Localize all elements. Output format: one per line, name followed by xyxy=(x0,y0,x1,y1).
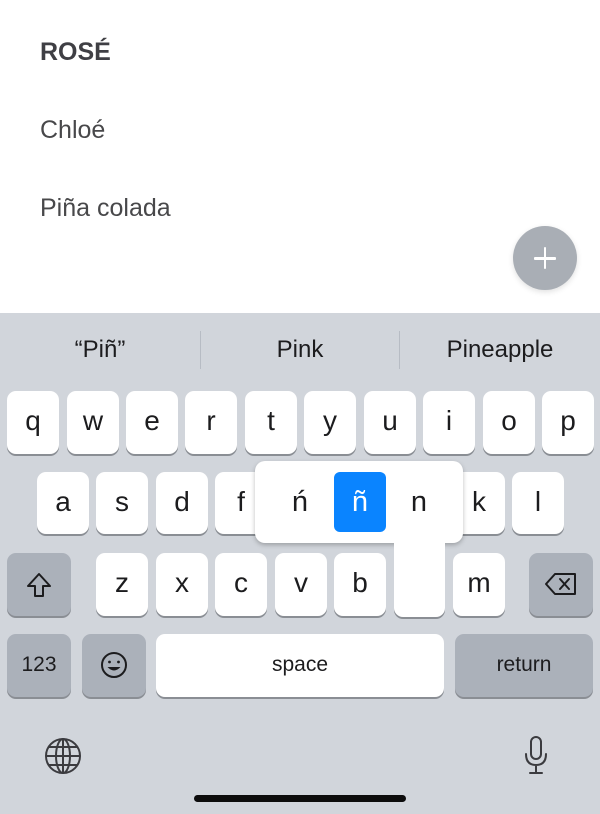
microphone-icon[interactable] xyxy=(520,734,552,776)
delete-key[interactable] xyxy=(529,553,593,616)
key-q[interactable]: q xyxy=(7,391,59,454)
shift-key[interactable] xyxy=(7,553,71,616)
key-d[interactable]: d xyxy=(156,472,208,534)
key-e[interactable]: e xyxy=(126,391,178,454)
emoji-key[interactable] xyxy=(82,634,146,697)
shift-icon xyxy=(27,573,51,597)
key-a[interactable]: a xyxy=(37,472,89,534)
add-button[interactable] xyxy=(513,226,577,290)
key-o[interactable]: o xyxy=(483,391,535,454)
suggestion-pineapple[interactable]: Pineapple xyxy=(400,333,600,367)
key-p[interactable]: p xyxy=(542,391,594,454)
home-indicator xyxy=(194,795,406,802)
backspace-icon xyxy=(545,573,576,595)
key-w[interactable]: w xyxy=(67,391,119,454)
space-key[interactable]: space xyxy=(156,634,444,697)
key-t[interactable]: t xyxy=(245,391,297,454)
key-y[interactable]: y xyxy=(304,391,356,454)
key-l[interactable]: l xyxy=(512,472,564,534)
suggestion-literal[interactable]: “Piñ” xyxy=(0,333,200,367)
emoji-icon xyxy=(101,652,127,678)
accent-option-n-tilde[interactable]: ñ xyxy=(334,472,386,532)
key-v[interactable]: v xyxy=(275,553,327,616)
key-s[interactable]: s xyxy=(96,472,148,534)
key-i[interactable]: i xyxy=(423,391,475,454)
list-item[interactable]: Chloé xyxy=(40,116,105,145)
accent-option-n[interactable]: n xyxy=(393,472,445,532)
key-b[interactable]: b xyxy=(334,553,386,616)
saved-items-list: ROSÉ Chloé Piña colada xyxy=(0,0,600,313)
key-c[interactable]: c xyxy=(215,553,267,616)
globe-icon[interactable] xyxy=(43,736,83,776)
suggestion-pink[interactable]: Pink xyxy=(201,333,399,367)
key-x[interactable]: x xyxy=(156,553,208,616)
return-key[interactable]: return xyxy=(455,634,593,697)
accent-option-n-acute[interactable]: ń xyxy=(274,472,326,532)
key-u[interactable]: u xyxy=(364,391,416,454)
pressed-key-n[interactable] xyxy=(394,530,445,617)
numbers-key[interactable]: 123 xyxy=(7,634,71,697)
key-r[interactable]: r xyxy=(185,391,237,454)
key-m[interactable]: m xyxy=(453,553,505,616)
list-item[interactable]: ROSÉ xyxy=(40,38,111,67)
list-item[interactable]: Piña colada xyxy=(40,194,171,223)
key-z[interactable]: z xyxy=(96,553,148,616)
